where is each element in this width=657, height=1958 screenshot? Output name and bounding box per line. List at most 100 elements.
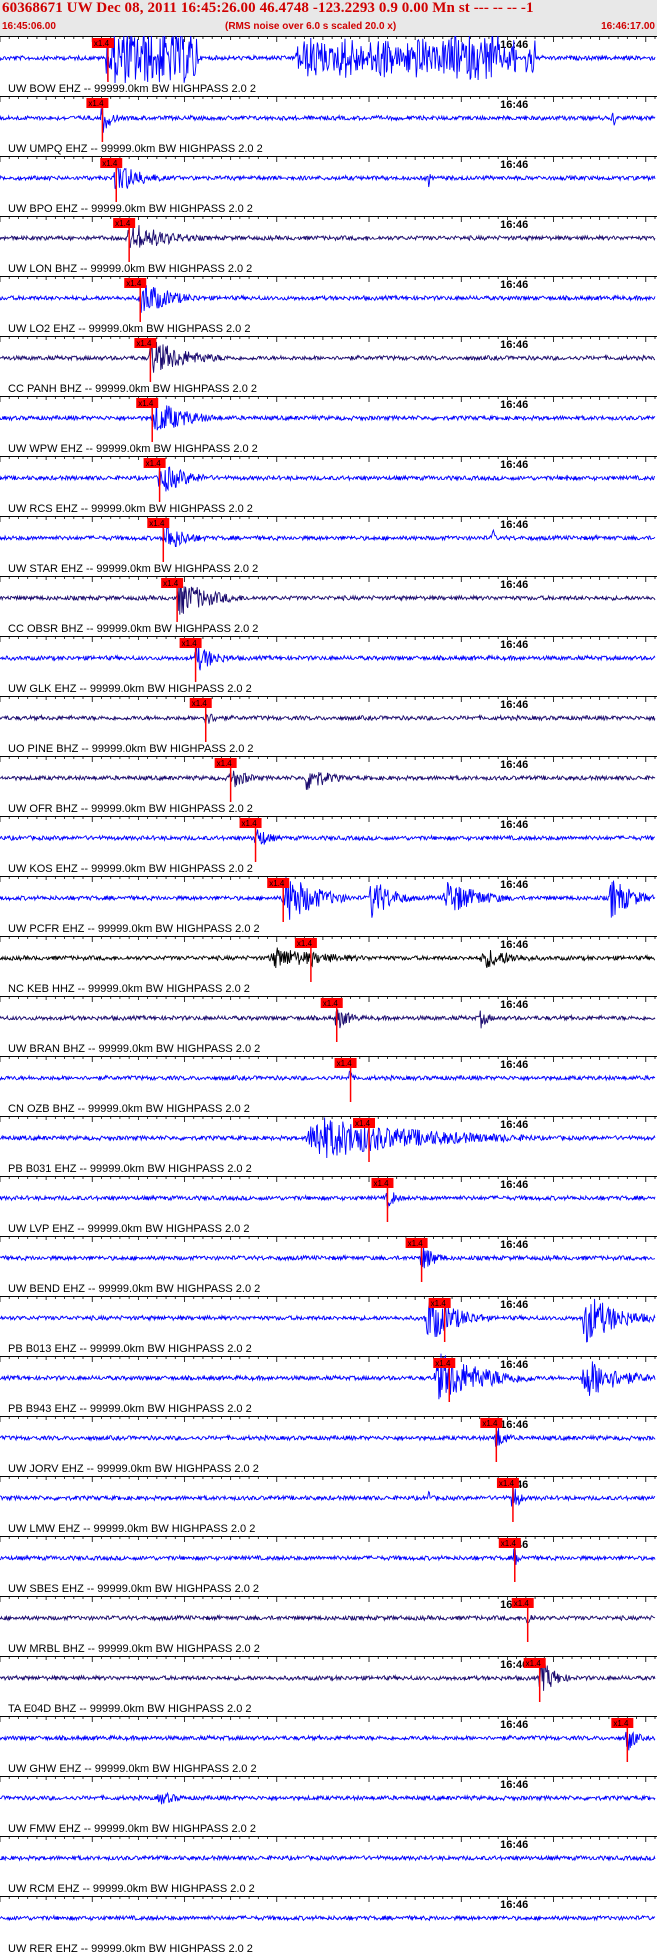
minute-label: 16:46	[500, 879, 528, 891]
trace-row: 16:46 x1.4 UW WPW EHZ -- 99999.0km BW HIGH…	[0, 396, 657, 455]
station-label: CC OBSR BHZ -- 99999.0km BW HIGHPASS 2.0…	[8, 623, 258, 635]
station-label: UO PINE BHZ -- 99999.0km BW HIGHPASS 2.0…	[8, 743, 254, 755]
station-label: NC KEB HHZ -- 99999.0km BW HIGHPASS 2.0 …	[8, 983, 250, 995]
pick-label: x1.4	[149, 519, 165, 528]
pick-label: x1.4	[163, 579, 179, 588]
scale-note: (RMS noise over 6.0 s scaled 20.0 x)	[225, 21, 397, 32]
station-label: UW GHW EHZ -- 99999.0km BW HIGHPASS 2.0 …	[8, 1763, 257, 1775]
pick-label: x1.4	[88, 99, 104, 108]
trace-row: 16:46 x1.4 UW RCS EHZ -- 99999.0km BW HIGH…	[0, 456, 657, 515]
minute-label: 16:46	[500, 1899, 528, 1911]
waveform	[0, 161, 656, 190]
waveform	[0, 829, 655, 845]
trace-row: 16:46 x1.4 UW LO2 EHZ -- 99999.0km BW HIGH…	[0, 276, 657, 335]
waveform	[0, 341, 656, 373]
minute-label: 16:46	[500, 1299, 528, 1311]
minute-label: 16:46	[500, 1119, 528, 1131]
trace-row: 16:46 x1.4 UW KOS EHZ -- 99999.0km BW HIGH…	[0, 816, 657, 875]
station-label: UW BPO EHZ -- 99999.0km BW HIGHPASS 2.0 …	[8, 203, 253, 215]
station-label: UW PCFR EHZ -- 99999.0km BW HIGHPASS 2.0…	[8, 923, 260, 935]
waveform	[0, 1245, 656, 1269]
waveform	[0, 1297, 656, 1343]
pick-label: x1.4	[102, 159, 118, 168]
station-label: PB B031 EHZ -- 99999.0km BW HIGHPASS 2.0…	[8, 1163, 252, 1175]
trace-row: 16:46 x1.4 UW GLK EHZ -- 99999.0km BW HIGH…	[0, 636, 657, 695]
pick-label: x1.4	[526, 1659, 542, 1668]
station-label: UW LO2 EHZ -- 99999.0km BW HIGHPASS 2.0 …	[8, 323, 250, 335]
minute-label: 16:46	[500, 1359, 528, 1371]
trace-row: 16:46 x1.4 NC KEB HHZ -- 99999.0km BW HIGH…	[0, 936, 657, 995]
station-label: UW UMPQ EHZ -- 99999.0km BW HIGHPASS 2.0…	[8, 143, 263, 155]
minute-label: 16:46	[500, 1059, 528, 1071]
trace-row: 16:46 x1.4 CC OBSR BHZ -- 99999.0km BW HIG…	[0, 576, 657, 635]
minute-label: 16:46	[500, 1839, 528, 1851]
pick-label: x1.4	[297, 939, 313, 948]
pick-label: x1.4	[482, 1419, 498, 1428]
minute-label: 16:46	[500, 219, 528, 231]
minute-label: 16:46	[500, 939, 528, 951]
trace-row: 16:46 x1.4 UW BPO EHZ -- 99999.0km BW HIGH…	[0, 156, 657, 215]
station-label: UW KOS EHZ -- 99999.0km BW HIGHPASS 2.0 …	[8, 863, 253, 875]
pick-label: x1.4	[431, 1299, 447, 1308]
trace-row: 16:46 x1.4 CN OZB BHZ -- 99999.0km BW HIGH…	[0, 1056, 657, 1115]
trace-row: 16:46 x1.4 UW PCFR EHZ -- 99999.0km BW HIG…	[0, 876, 657, 935]
trace-row: 16:46 x1.4 UW LON BHZ -- 99999.0km BW HIGH…	[0, 216, 657, 275]
pick-label: x1.4	[182, 639, 198, 648]
station-label: UW STAR EHZ -- 99999.0km BW HIGHPASS 2.0…	[8, 563, 258, 575]
waveform	[0, 1117, 656, 1159]
trace-row: 16:46x1.4 UW JORV EHZ -- 99999.0km BW HIG…	[0, 1416, 657, 1475]
minute-label: 16:46	[500, 279, 528, 291]
station-label: UW SBES EHZ -- 99999.0km BW HIGHPASS 2.0…	[8, 1583, 259, 1595]
minute-label: 16:46	[500, 99, 528, 111]
trace-row: 16:46 x1.4 UW BRAN BHZ -- 99999.0km BW HIG…	[0, 996, 657, 1055]
trace-row: 16:46 UW RER EHZ -- 99999.0km BW HIGHPASS…	[0, 1896, 657, 1955]
minute-label: 16:46	[500, 999, 528, 1011]
waveform	[0, 644, 656, 671]
waveform	[0, 1192, 656, 1209]
pick-label: x1.4	[355, 1119, 371, 1128]
pick-label: x1.4	[613, 1719, 629, 1728]
waveform	[0, 579, 656, 615]
waveform	[0, 877, 656, 920]
plot-header: 60368671 UW Dec 08, 2011 16:45:26.00 46.…	[0, 0, 657, 37]
waveform	[0, 1353, 656, 1400]
waveform	[0, 285, 656, 313]
trace-row: 16:46x1.4UW BOW EHZ -- 99999.0km BW HIGH…	[0, 36, 657, 95]
pick-label: x1.4	[435, 1359, 451, 1368]
station-label: UW JORV EHZ -- 99999.0km BW HIGHPASS 2.0…	[8, 1463, 259, 1475]
waveform	[0, 1614, 656, 1624]
station-label: PB B013 EHZ -- 99999.0km BW HIGHPASS 2.0…	[8, 1343, 252, 1355]
trace-row: 16:46x1.4UW LMW EHZ -- 99999.0km BW HIGH…	[0, 1476, 657, 1535]
pick-label: x1.4	[323, 999, 339, 1008]
station-label: UW MRBL BHZ -- 99999.0km BW HIGHPASS 2.0…	[8, 1643, 260, 1655]
trace-row: 16:46 x1.4 UW STAR EHZ -- 99999.0km BW HIG…	[0, 516, 657, 575]
station-label: UW WPW EHZ -- 99999.0km BW HIGHPASS 2.0 …	[8, 443, 258, 455]
minute-label: 16:46	[500, 1239, 528, 1251]
waveform	[0, 106, 656, 133]
station-label: UW FMW EHZ -- 99999.0km BW HIGHPASS 2.0 …	[8, 1823, 256, 1835]
pick-label: x1.4	[514, 1599, 530, 1608]
station-label: UW OFR BHZ -- 99999.0km BW HIGHPASS 2.0 …	[8, 803, 253, 815]
trace-row: 16:46 x1.4 PB B943 EHZ -- 99999.0km BW HIG…	[0, 1353, 657, 1415]
pick-label: x1.4	[126, 279, 142, 288]
pick-label: x1.4	[501, 1539, 517, 1548]
pick-label: x1.4	[242, 819, 258, 828]
waveform	[0, 466, 656, 492]
minute-label: 16:46	[500, 1779, 528, 1791]
pick-label: x1.4	[337, 1059, 353, 1068]
trace-row: 16:46 x1.4 UO PINE BHZ -- 99999.0km BW HIG…	[0, 696, 657, 755]
pick-label: x1.4	[136, 339, 152, 348]
waveform	[0, 1069, 656, 1082]
trace-row: 16:46 x1.4 PB B031 EHZ -- 99999.0km BW HIG…	[0, 1116, 657, 1175]
pick-label: x1.4	[138, 399, 154, 408]
waveform	[0, 1914, 656, 1922]
waveform	[0, 1731, 656, 1751]
waveform	[0, 1791, 656, 1805]
station-label: UW RCM EHZ -- 99999.0km BW HIGHPASS 2.0 …	[8, 1883, 255, 1895]
station-label: PB B943 EHZ -- 99999.0km BW HIGHPASS 2.0…	[8, 1403, 252, 1415]
station-label: UW GLK EHZ -- 99999.0km BW HIGHPASS 2.0 …	[8, 683, 252, 695]
trace-row: 16:46x1.4UW SBES EHZ -- 99999.0km BW HIG…	[0, 1536, 657, 1595]
station-label: UW LON BHZ -- 99999.0km BW HIGHPASS 2.0 …	[8, 263, 252, 275]
station-label: CC PANH BHZ -- 99999.0km BW HIGHPASS 2.0…	[8, 383, 257, 395]
trace-row: 16:46 x1.4 UW GHW EHZ -- 99999.0km BW HIGH…	[0, 1716, 657, 1775]
